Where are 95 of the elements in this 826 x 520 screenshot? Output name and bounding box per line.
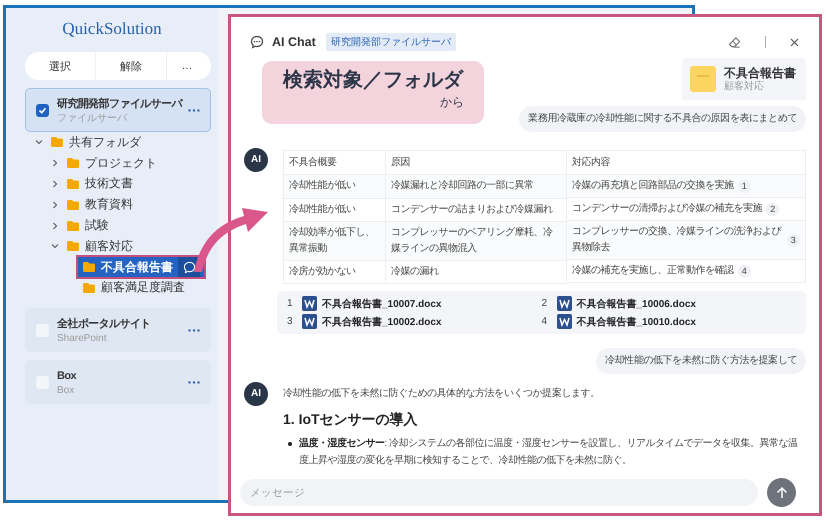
chevron-down-icon: [35, 138, 43, 146]
folder-icon: [51, 137, 63, 148]
source-number: 1: [287, 298, 294, 309]
source-type: Box: [57, 384, 76, 397]
table-cell: 冷却性能が低い: [284, 198, 386, 221]
tree-item[interactable]: 教育資料: [51, 194, 218, 216]
column-header: 原因: [386, 150, 566, 174]
ai-avatar: AI: [244, 148, 268, 172]
app-title: QuickSolution: [61, 18, 163, 40]
chat-bubble-icon: [182, 260, 196, 274]
reference-badge[interactable]: 1: [738, 180, 750, 192]
send-button[interactable]: [767, 478, 796, 507]
chat-title: AI Chat: [272, 35, 316, 49]
message-input[interactable]: メッセージ: [240, 479, 758, 506]
tree-item[interactable]: プロジェクト: [51, 152, 218, 174]
callout-title: 検索対象／フォルダ: [282, 68, 464, 93]
tree-label: 顧客対応: [85, 238, 133, 255]
source-name: 全社ポータルサイト: [57, 316, 152, 332]
tree-label: 教育資料: [85, 196, 133, 214]
word-file-icon: [556, 314, 572, 329]
chevron-right-icon: [51, 222, 59, 230]
source-card[interactable]: Box Box: [25, 360, 211, 404]
ai-avatar: AI: [244, 382, 268, 406]
answer-text: 冷却性能の低下を未然に防ぐための具体的な方法をいくつか提案します。: [283, 386, 601, 400]
source-number: 4: [542, 316, 548, 327]
folder-icon: [67, 220, 79, 231]
context-name: 不具合報告書: [724, 66, 796, 80]
chevron-right-icon: [51, 180, 59, 188]
folder-icon: [67, 241, 79, 252]
answer-text: 温度・湿度センサー: 冷却システムの各部位に温度・湿度センサーを設置し、リアルタイムでデータを収集。異常な温度上昇や湿度の変化を早期に検知することで、冷却性能の低下を未然に防ぐ。: [299, 436, 799, 468]
tree-label: 技術文書: [85, 175, 133, 192]
word-file-icon: [302, 296, 317, 311]
tree-label: 共有フォルダ: [69, 134, 141, 151]
table-cell: コンデンサーの詰まりおよび冷媒漏れ: [386, 198, 566, 221]
source-type: SharePoint: [57, 332, 108, 345]
table-cell: 冷房が効かない: [284, 260, 386, 283]
answer-heading: 1. IoTセンサーの導入: [283, 410, 419, 428]
bullet-icon: [288, 442, 292, 446]
eraser-icon: [728, 36, 741, 48]
table-cell: 冷却効率が低下し、異常振動: [284, 221, 386, 260]
close-icon: [790, 38, 799, 46]
table-cell: 冷媒漏れと冷却回路の一部に異常: [386, 174, 566, 198]
check-icon: [38, 106, 47, 114]
table-cell-text: 冷媒の補充を実施し、正常動作を確認: [572, 264, 734, 278]
tree-item[interactable]: 技術文書: [51, 174, 218, 194]
tree-label: 試験: [85, 217, 109, 234]
tree-item[interactable]: 顧客満足度調査: [67, 278, 218, 298]
folder-icon: [83, 262, 95, 272]
table-cell: コンプレッサーのベアリング摩耗、冷媒ラインの異物混入: [386, 221, 566, 260]
tree-item[interactable]: 試験: [51, 215, 218, 236]
source-card[interactable]: 全社ポータルサイト SharePoint: [25, 308, 211, 352]
toolbar-button[interactable]: 選択: [25, 52, 96, 80]
tree-label: 顧客満足度調査: [101, 279, 185, 296]
reference-badge[interactable]: 3: [786, 234, 800, 246]
tree-label: プロジェクト: [85, 154, 157, 172]
user-message: 業務用冷蔵庫の冷却性能に関する不具合の原因を表にまとめて: [519, 106, 806, 132]
tree-item[interactable]: 顧客対応: [51, 236, 218, 257]
tree-label: 不具合報告書: [101, 258, 174, 276]
table-cell-text: コンデンサーの清掃および冷媒の補充を実施: [572, 202, 762, 216]
arrow-up-icon: [774, 486, 788, 500]
chat-bubble-icon: [250, 35, 264, 49]
word-file-icon: [556, 296, 572, 311]
chevron-down-icon: [51, 242, 59, 250]
document-icon: [690, 66, 716, 92]
chevron-right-icon: [51, 200, 59, 209]
chevron-right-icon: [51, 159, 59, 168]
source-number: 2: [542, 298, 548, 309]
source-type: ファイルサーバ: [57, 112, 128, 124]
column-header: 対応内容: [566, 150, 806, 174]
table-cell: 冷媒の漏れ: [386, 260, 566, 283]
folder-icon: [83, 282, 95, 293]
user-message: 冷却性能の低下を未然に防ぐ方法を提案して: [596, 348, 806, 374]
column-header: 不具合概要: [284, 150, 386, 174]
folder-icon: [67, 200, 79, 210]
tree-item[interactable]: 共有フォルダ: [35, 132, 218, 153]
context-folder: 顧客対応: [724, 80, 764, 92]
reference-badge[interactable]: 2: [766, 202, 779, 216]
table-cell: 冷却性能が低い: [284, 174, 386, 198]
source-file-link[interactable]: 不具合報告書_10007.docx: [322, 296, 442, 310]
source-number: 3: [287, 316, 294, 327]
word-file-icon: [302, 314, 317, 329]
table-cell-text: コンプレッサーの交換、冷媒ラインの洗浄および異物除去: [572, 224, 782, 255]
callout-text: から: [439, 94, 464, 111]
reference-badge[interactable]: 4: [738, 264, 750, 278]
checkbox[interactable]: [36, 104, 49, 116]
source-file-link[interactable]: 不具合報告書_10002.docx: [322, 314, 442, 328]
scope-badge: 研究開発部ファイルサーバ: [326, 33, 456, 51]
source-card[interactable]: 研究開発部ファイルサーバ ファイルサーバ: [25, 88, 211, 132]
folder-icon: [67, 178, 79, 189]
folder-icon: [67, 158, 79, 168]
source-file-link[interactable]: 不具合報告書_10006.docx: [576, 296, 696, 310]
source-name: Box: [57, 368, 78, 384]
table-cell-text: 冷媒の再充填と回路部品の交換を実施: [572, 178, 734, 193]
source-name: 研究開発部ファイルサーバ: [57, 96, 184, 112]
source-file-link[interactable]: 不具合報告書_10010.docx: [576, 314, 696, 328]
